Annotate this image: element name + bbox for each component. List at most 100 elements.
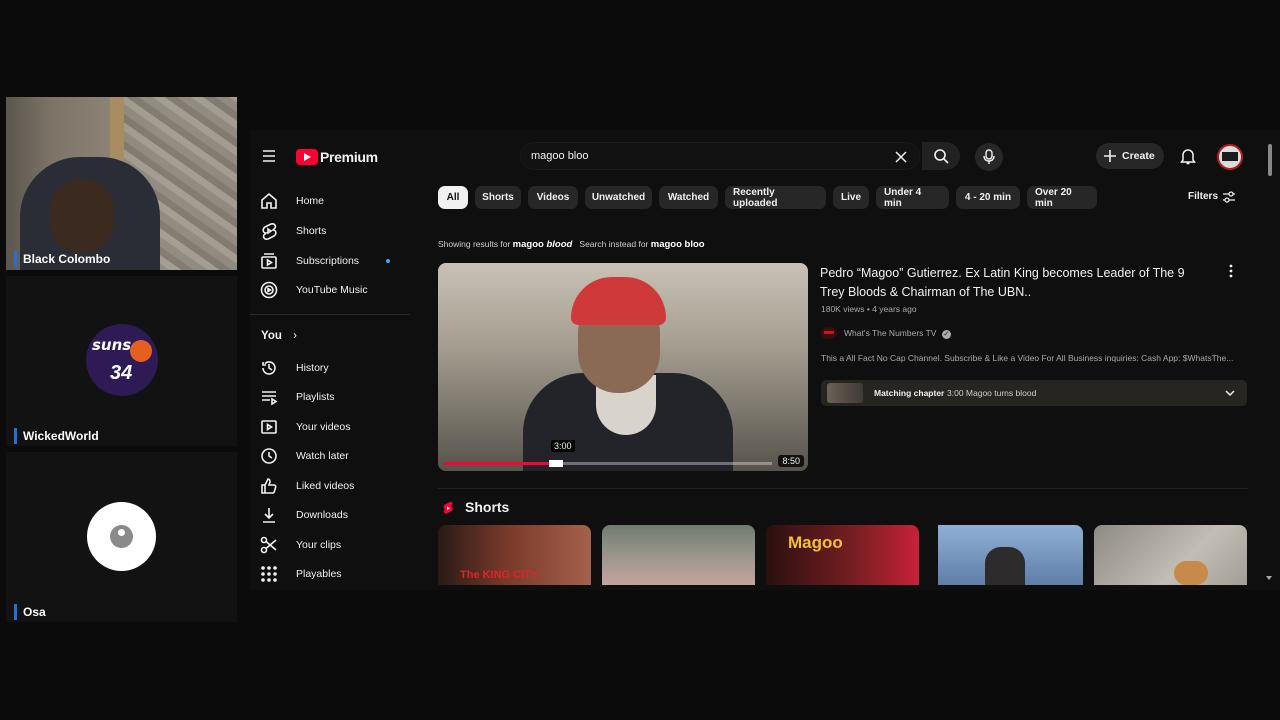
verified-check-icon: ✓	[941, 330, 951, 339]
hamburger-menu-icon[interactable]	[262, 149, 276, 163]
channel-name-text: What's The Numbers TV	[844, 328, 937, 338]
short-card-1[interactable]: The KING CITY	[438, 525, 591, 585]
sidebar-item-label: Your clips	[296, 539, 342, 551]
filters-sliders-icon	[1223, 191, 1235, 203]
default-avatar	[87, 502, 156, 571]
chip-shorts[interactable]: Shorts	[475, 186, 521, 209]
sidebar-item-youtube-music[interactable]: YouTube Music	[260, 277, 410, 303]
plus-icon	[1104, 150, 1116, 162]
short-card-3[interactable]: Magoo	[766, 525, 919, 585]
sidebar-item-your-videos[interactable]: Your videos	[260, 414, 410, 440]
video-duration: 8:50	[778, 455, 804, 467]
sidebar-item-label: Shorts	[296, 225, 327, 237]
search-button[interactable]	[922, 142, 960, 170]
logo-number: 34	[110, 362, 133, 384]
more-options-icon[interactable]	[1228, 264, 1234, 278]
progress-scrubber-handle[interactable]	[548, 460, 563, 467]
participant-name: WickedWorld	[14, 428, 99, 444]
microphone-icon	[983, 149, 995, 164]
music-icon	[260, 281, 278, 299]
section-divider	[438, 488, 1248, 489]
playlists-icon	[262, 391, 278, 406]
sidebar-item-your-clips[interactable]: Your clips	[260, 532, 410, 558]
chip-over-20-min[interactable]: Over 20 min	[1027, 186, 1097, 209]
participant-name: Black Colombo	[14, 251, 110, 267]
chip-watched[interactable]: Watched	[659, 186, 718, 209]
short-card-4[interactable]	[930, 525, 1083, 585]
video-title[interactable]: Pedro “Magoo” Gutierrez. Ex Latin King b…	[820, 264, 1220, 302]
corrected-query-plain: magoo	[512, 239, 544, 250]
like-icon	[261, 478, 277, 494]
notifications-bell-icon[interactable]	[1180, 148, 1196, 165]
short-card-2[interactable]	[602, 525, 755, 585]
youtube-logo-icon[interactable]	[296, 149, 318, 165]
sidebar-item-watch-later[interactable]: Watch later	[260, 443, 410, 469]
channel-avatar[interactable]	[821, 327, 837, 339]
sidebar-item-subscriptions[interactable]: Subscriptions	[260, 248, 410, 274]
sidebar-item-downloads[interactable]: Downloads	[260, 502, 410, 528]
sidebar-item-history[interactable]: History	[260, 355, 410, 381]
new-content-dot	[386, 259, 390, 263]
clear-search-icon[interactable]	[895, 151, 907, 163]
premium-brand-label[interactable]: Premium	[320, 149, 378, 165]
short-thumbnail	[602, 525, 755, 585]
corrected-query-italic: blood	[546, 239, 573, 250]
sidebar-item-label: History	[296, 362, 329, 374]
your-videos-icon	[261, 420, 277, 434]
scrub-timestamp: 3:00	[551, 440, 575, 452]
sidebar-item-label: Playables	[296, 568, 342, 580]
chevron-down-icon[interactable]	[1225, 389, 1235, 397]
corrected-query[interactable]: magoo blood	[513, 239, 573, 250]
chip-live[interactable]: Live	[833, 186, 869, 209]
sidebar-item-label: Downloads	[296, 509, 348, 521]
create-label: Create	[1122, 150, 1155, 162]
shorts-shelf-title: Shorts	[465, 499, 510, 515]
chip-videos[interactable]: Videos	[528, 186, 578, 209]
matching-chapter-label: Matching chapter	[874, 388, 945, 398]
chip-4-20-min[interactable]: 4 - 20 min	[956, 186, 1020, 209]
scissors-icon	[260, 536, 277, 554]
search-box[interactable]: magoo bloo	[520, 142, 920, 170]
page-scrollbar[interactable]	[1268, 144, 1272, 176]
subscriptions-icon	[261, 253, 277, 269]
sidebar-item-label: Watch later	[296, 450, 349, 462]
sidebar-item-playlists[interactable]: Playlists	[260, 384, 410, 410]
voice-search-button[interactable]	[975, 143, 1003, 171]
chip-recently-uploaded[interactable]: Recently uploaded	[725, 186, 826, 209]
sidebar-item-liked-videos[interactable]: Liked videos	[260, 473, 410, 499]
chip-unwatched[interactable]: Unwatched	[585, 186, 652, 209]
sidebar-divider	[250, 314, 410, 315]
scroll-down-arrow-icon[interactable]	[1266, 576, 1272, 580]
sidebar-item-label: Home	[296, 195, 325, 207]
watch-later-icon	[261, 448, 277, 464]
filters-button[interactable]: Filters	[1188, 191, 1235, 203]
video-progress-bar[interactable]	[444, 460, 772, 467]
search-instead-link[interactable]: magoo bloo	[651, 239, 705, 250]
playables-icon	[261, 566, 277, 582]
dog-shape	[985, 547, 1025, 585]
video-description: This a All Fact No Cap Channel. Subscrib…	[821, 353, 1234, 363]
account-avatar[interactable]	[1217, 144, 1243, 170]
matching-chapter-row[interactable]: Matching chapter 3:00 Magoo turns blood	[821, 380, 1247, 406]
channel-name[interactable]: What's The Numbers TV ✓	[844, 328, 951, 339]
sidebar-item-shorts[interactable]: Shorts	[260, 218, 410, 244]
you-label: You	[261, 330, 282, 342]
history-icon	[262, 361, 276, 375]
chip-all[interactable]: All	[438, 186, 468, 209]
video-meta: 180K views • 4 years ago	[821, 304, 917, 314]
sidebar-item-home[interactable]: Home	[260, 188, 410, 214]
showing-results-prefix: Showing results for	[438, 239, 511, 249]
chip-under-4-min[interactable]: Under 4 min	[876, 186, 949, 209]
short-overlay-text: The KING CITY	[460, 569, 539, 581]
you-section-heading[interactable]: You ›	[261, 330, 297, 342]
basketball-icon	[130, 340, 152, 362]
participant-tile-black-colombo[interactable]: Black Colombo	[6, 97, 237, 270]
create-button[interactable]: Create	[1096, 143, 1164, 169]
search-input[interactable]: magoo bloo	[531, 150, 589, 162]
short-card-5[interactable]	[1094, 525, 1247, 585]
video-thumbnail[interactable]: 3:00 8:50	[438, 263, 808, 471]
sidebar-item-label: Playlists	[296, 391, 335, 403]
webcam-face	[50, 179, 114, 253]
short-subject	[1174, 561, 1208, 585]
sidebar-item-playables[interactable]: Playables	[260, 561, 410, 587]
